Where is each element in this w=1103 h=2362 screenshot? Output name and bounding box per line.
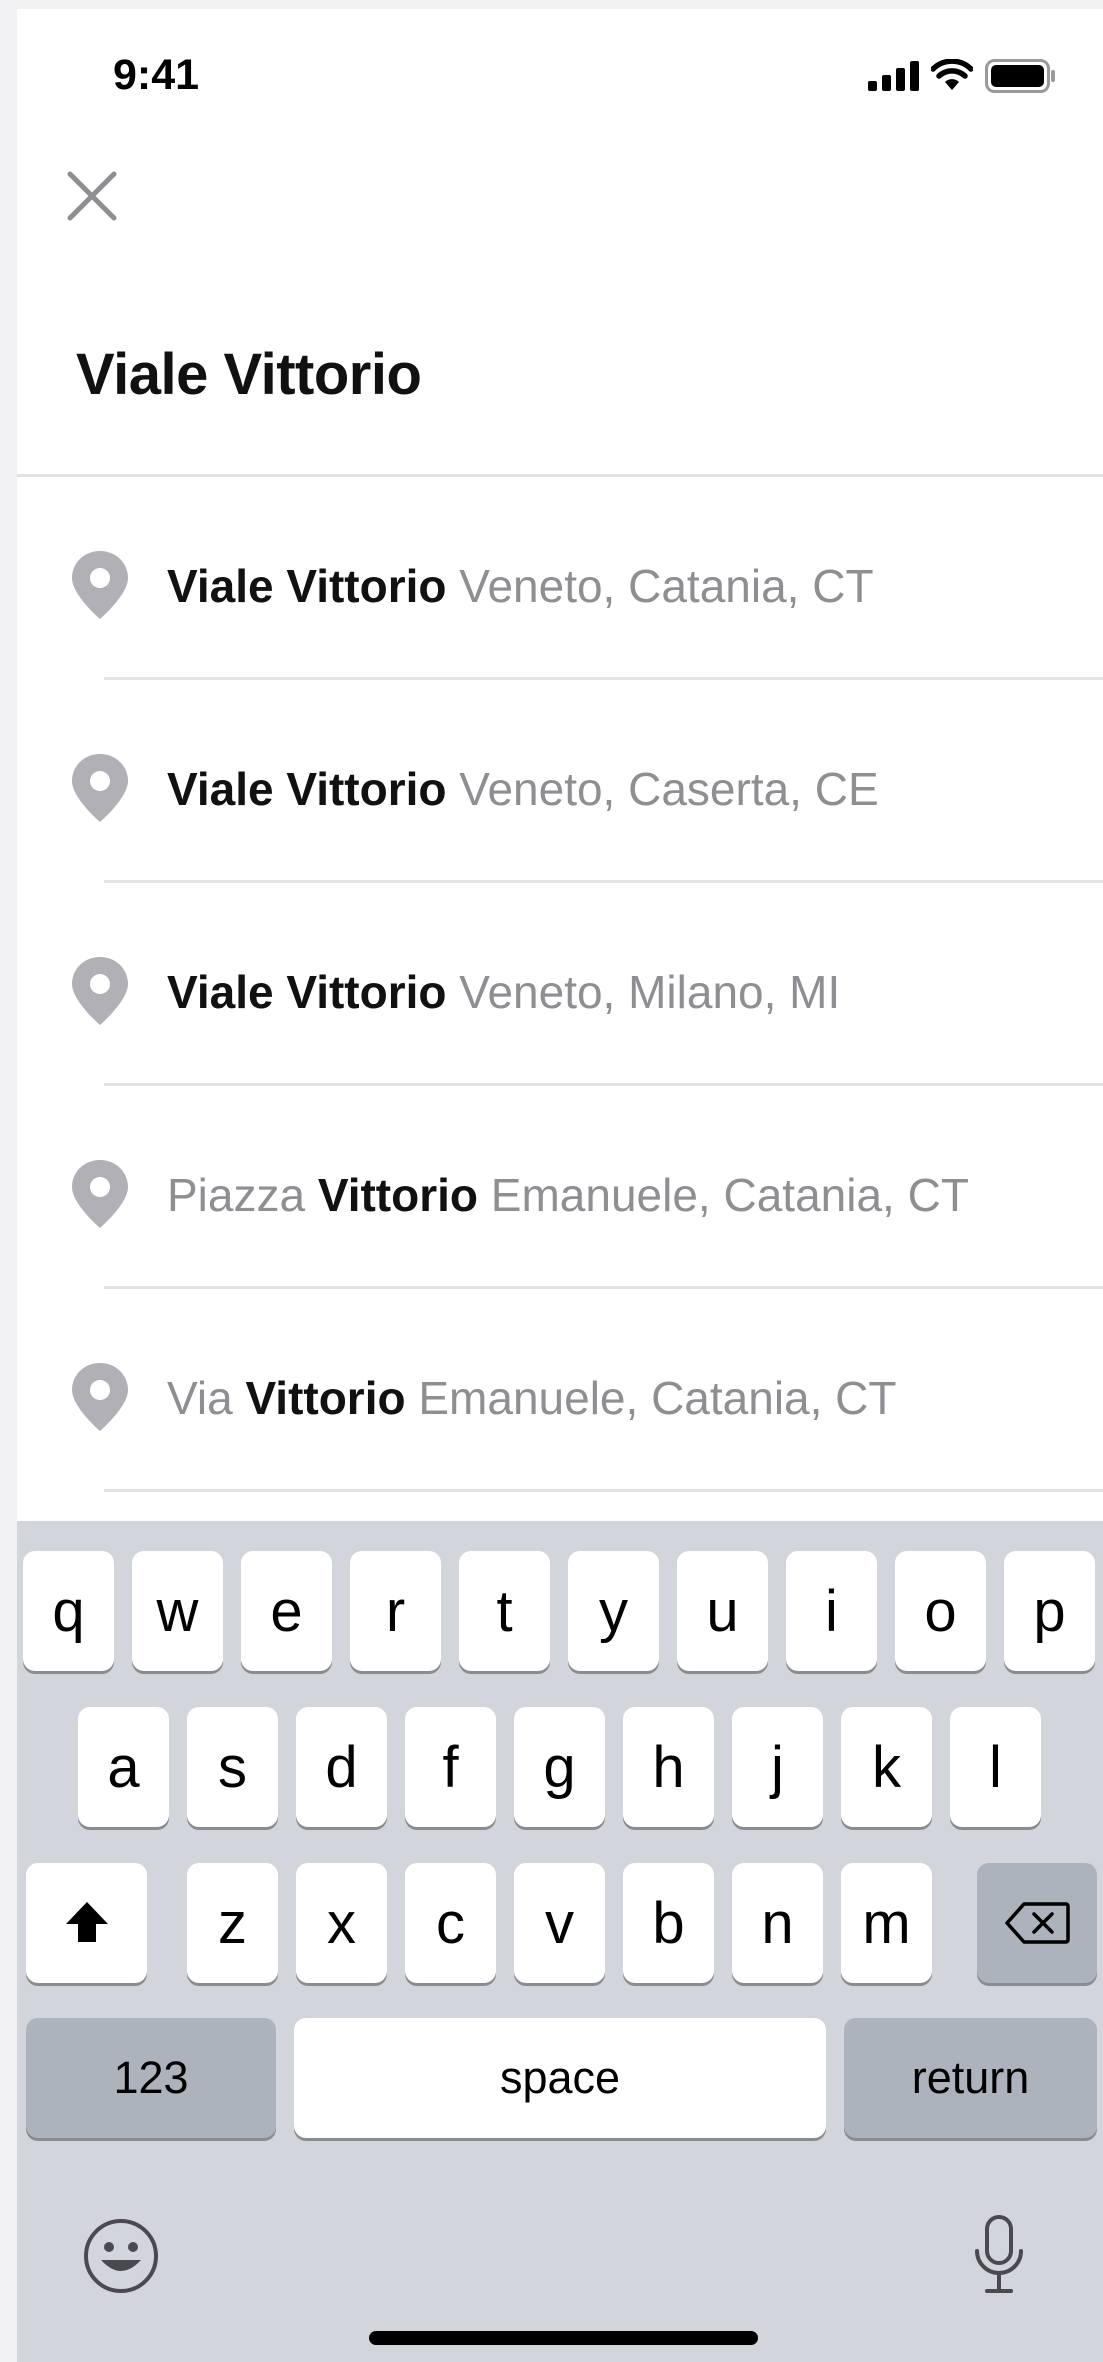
result-item[interactable]: Piazza Vittorio Emanuele, Catania, CT [17,1086,1103,1289]
result-item[interactable]: Viale Vittorio Veneto, Milano, MI [17,883,1103,1086]
key-f[interactable]: f [405,1707,496,1827]
location-pin-icon [72,957,128,1025]
location-pin-icon [72,551,128,619]
battery-icon [985,59,1055,93]
search-input[interactable]: Viale Vittorio [76,341,422,408]
result-item[interactable]: Via Vittorio Emanuele, Catania, CT [17,1289,1103,1492]
result-prefix: Piazza [167,1169,306,1221]
result-text: Via Vittorio Emanuele, Catania, CT [167,1371,897,1425]
result-text: Piazza Vittorio Emanuele, Catania, CT [167,1168,969,1222]
result-detail: Veneto, Caserta, CE [459,763,879,815]
result-item[interactable]: Viale Vittorio Veneto, Catania, CT [17,477,1103,680]
key-z[interactable]: z [187,1863,278,1983]
key-g[interactable]: g [514,1707,605,1827]
dictation-button[interactable] [969,2213,1029,2297]
key-v[interactable]: v [514,1863,605,1983]
result-prefix: Via [167,1372,233,1424]
key-u[interactable]: u [677,1551,768,1671]
result-detail: Veneto, Milano, MI [459,966,841,1018]
key-c[interactable]: c [405,1863,496,1983]
key-a[interactable]: a [78,1707,169,1827]
result-detail: Veneto, Catania, CT [459,560,874,612]
result-item[interactable]: Viale Vittorio Veneto, Caserta, CE [17,680,1103,883]
return-key[interactable]: return [844,2018,1097,2138]
microphone-icon [975,2215,1023,2293]
key-w[interactable]: w [132,1551,223,1671]
key-k[interactable]: k [841,1707,932,1827]
result-text: Viale Vittorio Veneto, Catania, CT [167,559,874,613]
result-match: Vittorio [317,1169,479,1221]
keyboard: q w e r t y u i o p a s d f g h j k l z … [17,1521,1103,2362]
location-pin-icon [72,754,128,822]
key-n[interactable]: n [732,1863,823,1983]
result-match: Vittorio [245,1372,406,1424]
key-b[interactable]: b [623,1863,714,1983]
signal-icon [868,61,919,91]
home-indicator[interactable] [369,2331,758,2345]
delete-icon [1005,1902,1070,1944]
result-text: Viale Vittorio Veneto, Milano, MI [167,965,840,1019]
location-pin-icon [72,1160,128,1228]
key-s[interactable]: s [187,1707,278,1827]
key-d[interactable]: d [296,1707,387,1827]
result-detail: Emanuele, Catania, CT [418,1372,897,1424]
delete-key[interactable] [977,1863,1097,1983]
emoji-button[interactable] [81,2216,161,2296]
result-detail: Emanuele, Catania, CT [490,1169,969,1221]
numbers-key[interactable]: 123 [26,2018,276,2138]
key-x[interactable]: x [296,1863,387,1983]
shift-icon [65,1902,108,1942]
space-key[interactable]: space [294,2018,826,2138]
emoji-icon [84,2219,158,2293]
location-pin-icon [72,1363,128,1431]
close-button[interactable] [57,161,127,231]
screen: 9:41 Viale Vittorio Viale Vittorio Venet… [17,9,1103,2362]
key-m[interactable]: m [841,1863,932,1983]
key-h[interactable]: h [623,1707,714,1827]
key-r[interactable]: r [350,1551,441,1671]
status-time: 9:41 [113,51,200,99]
shift-key[interactable] [26,1863,147,1983]
key-j[interactable]: j [732,1707,823,1827]
result-text: Viale Vittorio Veneto, Caserta, CE [167,762,879,816]
result-match: Viale Vittorio [167,560,447,612]
result-match: Viale Vittorio [167,966,447,1018]
key-p[interactable]: p [1004,1551,1095,1671]
key-q[interactable]: q [23,1551,114,1671]
key-t[interactable]: t [459,1551,550,1671]
wifi-icon [931,59,973,90]
key-i[interactable]: i [786,1551,877,1671]
key-y[interactable]: y [568,1551,659,1671]
close-icon [67,171,117,221]
result-match: Viale Vittorio [167,763,447,815]
key-e[interactable]: e [241,1551,332,1671]
divider [104,1489,1103,1492]
key-l[interactable]: l [950,1707,1041,1827]
key-o[interactable]: o [895,1551,986,1671]
